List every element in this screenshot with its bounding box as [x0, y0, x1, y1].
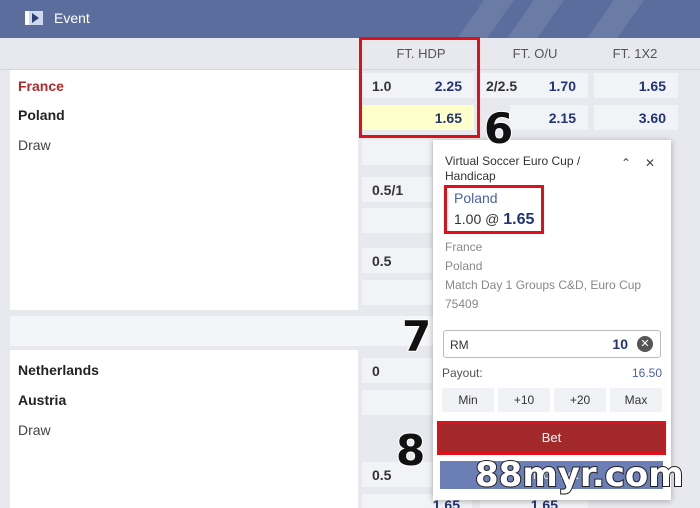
- selection-team: Poland: [454, 190, 498, 206]
- currency-label: RM: [450, 338, 469, 352]
- market-header-row: FT. HDP FT. O/U FT. 1X2: [0, 38, 700, 70]
- step-number-8: 8: [395, 426, 426, 475]
- event-logo-icon: [25, 11, 43, 25]
- clear-icon[interactable]: ✕: [637, 336, 653, 352]
- handicap-line: 0.5: [372, 253, 392, 269]
- odds-cell-line-3[interactable]: 0.5: [362, 248, 432, 273]
- draw-label: Draw: [18, 137, 51, 153]
- draw-label: Draw: [18, 422, 51, 438]
- info-away: Poland: [445, 259, 483, 273]
- odds-cell-m2-line-1-away[interactable]: [362, 390, 432, 415]
- quick-stake-plus-10[interactable]: +10: [498, 388, 550, 412]
- step-number-7: 7: [401, 312, 432, 361]
- quick-stake-plus-20[interactable]: +20: [554, 388, 606, 412]
- payout-label: Payout:: [442, 366, 483, 380]
- handicap-line: 0.5/1: [372, 182, 404, 198]
- collapse-chevron-icon[interactable]: ⌃: [621, 156, 631, 170]
- column-ft-ou: FT. O/U: [512, 46, 558, 61]
- step-number-6: 6: [483, 104, 514, 153]
- quick-stake-max[interactable]: Max: [610, 388, 662, 412]
- match-1-panel: [10, 70, 358, 310]
- odds-cell-line-2-away[interactable]: [362, 208, 432, 233]
- quick-stake-min[interactable]: Min: [442, 388, 494, 412]
- odds-value: 3.60: [638, 110, 666, 126]
- league-separator: [10, 316, 435, 346]
- handicap-line: 0.5: [372, 467, 392, 483]
- team-home-france: France: [18, 78, 64, 94]
- info-league: Match Day 1 Groups C&D, Euro Cup: [445, 278, 642, 292]
- stake-input[interactable]: RM 10 ✕: [443, 330, 661, 358]
- bet-slip-title: Virtual Soccer Euro Cup / Handicap: [445, 154, 581, 183]
- stake-amount: 10: [612, 336, 628, 352]
- team-away-austria: Austria: [18, 392, 67, 408]
- payout-value: 16.50: [631, 366, 662, 380]
- top-bar: Event: [0, 0, 700, 38]
- column-ft-1x2: FT. 1X2: [612, 46, 658, 61]
- highlight-box-hdp: [359, 37, 480, 138]
- odds-value: 1.70: [548, 78, 576, 94]
- handicap-line: 0: [372, 363, 380, 379]
- odds-cell-1x2-away[interactable]: 3.60: [594, 105, 678, 130]
- odds-cell-1x2-home[interactable]: 1.65: [594, 73, 678, 98]
- bet-button[interactable]: Bet: [440, 424, 663, 452]
- ou-line: 2/2.5: [486, 78, 518, 94]
- odds-cell-m2-line-1[interactable]: 0: [362, 358, 432, 383]
- odds-cell-draw[interactable]: [362, 140, 432, 165]
- selection-odds: 1.00 @ 1.65: [454, 211, 534, 229]
- info-match-id: 75409: [445, 297, 479, 311]
- team-away-poland: Poland: [18, 107, 65, 123]
- odds-cell-ou-under[interactable]: 2.15: [510, 105, 588, 130]
- odds-cell-ou-over[interactable]: 2/2.5 1.70: [480, 73, 588, 98]
- watermark: 88myr.com: [474, 455, 685, 495]
- odds-value: 2.15: [548, 110, 576, 126]
- odds-cell-line-2[interactable]: 0.5/1: [362, 177, 432, 202]
- team-home-netherlands: Netherlands: [18, 362, 99, 378]
- bet-slip: Virtual Soccer Euro Cup / Handicap ⌃ ✕ P…: [433, 140, 671, 500]
- odds-value: 1.65: [503, 211, 535, 228]
- header-stripe: [578, 0, 652, 38]
- odds-cell-line-3-away[interactable]: [362, 280, 432, 305]
- odds-value: 1.65: [638, 78, 666, 94]
- info-home: France: [445, 240, 483, 254]
- close-icon[interactable]: ✕: [645, 156, 655, 170]
- stake-prefix: 1.00 @: [454, 211, 500, 227]
- page-title: Event: [54, 10, 90, 26]
